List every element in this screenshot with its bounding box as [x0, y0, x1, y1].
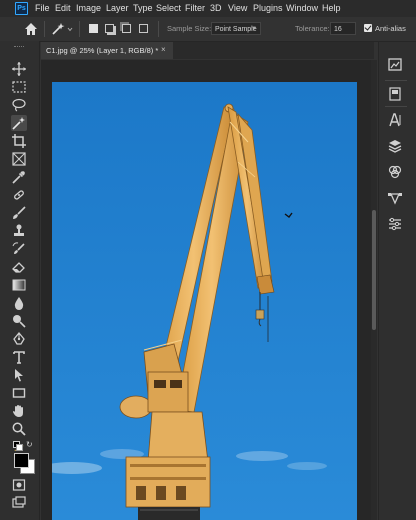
menu-edit[interactable]: Edit: [55, 3, 71, 13]
screen-mode-icon[interactable]: [11, 495, 27, 511]
home-icon[interactable]: [24, 22, 38, 41]
menu-help[interactable]: Help: [322, 3, 341, 13]
tolerance-input[interactable]: 16: [330, 22, 356, 35]
document-tab[interactable]: C1.jpg @ 25% (Layer 1, RGB/8) * ×: [41, 42, 173, 59]
eraser-icon[interactable]: [11, 259, 27, 275]
default-colors-icon[interactable]: [13, 441, 23, 451]
paths-icon[interactable]: [387, 190, 403, 206]
menu-layer[interactable]: Layer: [106, 3, 129, 13]
separator: [158, 21, 159, 37]
tolerance-label: Tolerance:: [295, 24, 330, 33]
options-bar: Sample Size: Point Sample ▼ Tolerance: 1…: [0, 17, 416, 42]
channels-icon[interactable]: [387, 164, 403, 180]
menu-filter[interactable]: Filter: [185, 3, 205, 13]
hand-icon[interactable]: [11, 403, 27, 419]
add-selection-icon[interactable]: [105, 24, 114, 33]
brush-icon[interactable]: [11, 205, 27, 221]
photoshop-logo[interactable]: Ps: [15, 2, 28, 15]
separator: [385, 106, 407, 107]
zoom-icon[interactable]: [11, 421, 27, 437]
tools-panel: ↻: [0, 41, 40, 520]
subtract-selection-icon[interactable]: [122, 24, 131, 33]
eyedropper-icon[interactable]: [11, 169, 27, 185]
properties-icon[interactable]: [387, 216, 403, 232]
antialias-checkbox[interactable]: [364, 24, 372, 32]
separator: [385, 80, 407, 81]
clone-stamp-icon[interactable]: [11, 223, 27, 239]
sample-size-select[interactable]: Point Sample ▼: [211, 22, 261, 35]
panel-dock: [378, 42, 416, 520]
frame-icon[interactable]: [11, 151, 27, 167]
menu-3d[interactable]: 3D: [210, 3, 222, 13]
history-brush-icon[interactable]: [11, 241, 27, 257]
menu-bar: Ps File Edit Image Layer Type Select Fil…: [0, 0, 416, 17]
close-icon[interactable]: ×: [161, 45, 166, 54]
document-tabs: C1.jpg @ 25% (Layer 1, RGB/8) * ×: [41, 42, 374, 59]
character-icon[interactable]: [387, 112, 403, 128]
menu-select[interactable]: Select: [156, 3, 181, 13]
adjustments-icon[interactable]: [387, 86, 403, 102]
scroll-thumb[interactable]: [372, 210, 376, 330]
layers-icon[interactable]: [387, 138, 403, 154]
move-icon[interactable]: [11, 61, 27, 77]
magic-wand-preset-icon[interactable]: [51, 22, 73, 41]
document-image[interactable]: [52, 82, 357, 520]
chevron-down-icon: ▼: [251, 26, 257, 32]
dodge-icon[interactable]: [11, 313, 27, 329]
path-selection-icon[interactable]: [11, 367, 27, 383]
crop-icon[interactable]: [11, 133, 27, 149]
menu-file[interactable]: File: [35, 3, 50, 13]
menu-view[interactable]: View: [228, 3, 247, 13]
blur-icon[interactable]: [11, 295, 27, 311]
type-icon[interactable]: [11, 349, 27, 365]
foreground-color-swatch[interactable]: [14, 453, 29, 468]
canvas-area[interactable]: [41, 60, 374, 520]
lasso-icon[interactable]: [11, 97, 27, 113]
rectangular-marquee-icon[interactable]: [11, 79, 27, 95]
libraries-icon[interactable]: [387, 56, 403, 72]
menu-window[interactable]: Window: [286, 3, 318, 13]
intersect-selection-icon[interactable]: [139, 24, 148, 33]
document-tab-title: C1.jpg @ 25% (Layer 1, RGB/8) *: [46, 46, 159, 55]
menu-plugins[interactable]: Plugins: [253, 3, 283, 13]
rectangle-shape-icon[interactable]: [11, 385, 27, 401]
spot-healing-icon[interactable]: [11, 187, 27, 203]
magic-wand-icon[interactable]: [11, 115, 27, 131]
quick-mask-icon[interactable]: [11, 477, 27, 493]
sample-size-label: Sample Size:: [167, 24, 212, 33]
menu-type[interactable]: Type: [133, 3, 153, 13]
pen-icon[interactable]: [11, 331, 27, 347]
menu-image[interactable]: Image: [76, 3, 101, 13]
toolbar-grip[interactable]: [14, 46, 24, 49]
separator: [44, 21, 45, 37]
vertical-scrollbar[interactable]: [371, 60, 377, 520]
swap-colors-icon[interactable]: ↻: [26, 440, 33, 449]
antialias-label: Anti-alias: [375, 24, 406, 33]
separator: [79, 21, 80, 37]
gradient-icon[interactable]: [11, 277, 27, 293]
new-selection-icon[interactable]: [89, 24, 98, 33]
